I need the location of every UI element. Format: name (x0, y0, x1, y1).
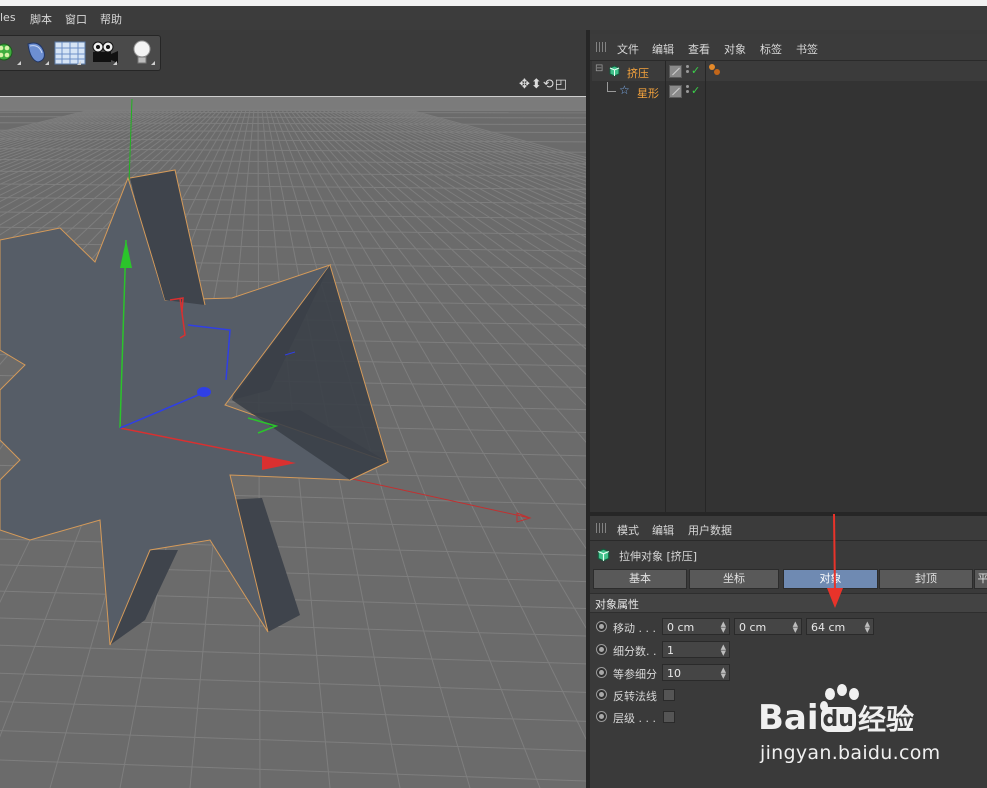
object-manager-menubar: 文件 编辑 查看 对象 标签 书签 (590, 34, 987, 61)
hierarchical-checkbox[interactable] (663, 711, 675, 723)
spinner-icon[interactable]: ▲ ▼ (721, 644, 726, 657)
panel-grip-icon[interactable] (596, 523, 607, 533)
menu-bar: les 脚本 窗口 帮助 (0, 6, 987, 30)
viewport-nav-controls: ✥⬍⟲◰ (519, 77, 568, 92)
maximize-view-icon[interactable]: ◰ (555, 77, 568, 92)
viewport-header (0, 74, 586, 96)
tab-caps[interactable]: 封顶 (879, 569, 973, 589)
visibility-dots-icon[interactable] (686, 65, 690, 75)
flip-normals-checkbox[interactable] (663, 689, 675, 701)
attribute-tabs: 基本 坐标 对象 封顶 平 (593, 569, 987, 589)
om-column-divider (665, 61, 666, 512)
move-y-input[interactable]: 0 cm ▲ ▼ (734, 618, 802, 635)
enabled-check-icon[interactable]: ✓ (691, 84, 700, 97)
layer-tag-icon[interactable] (669, 65, 682, 78)
spinner-icon[interactable]: ▲ ▼ (793, 621, 798, 634)
isoparm-input[interactable]: 10 ▲ ▼ (662, 664, 730, 681)
tab-coord[interactable]: 坐标 (689, 569, 779, 589)
move-x-input[interactable]: 0 cm ▲ ▼ (662, 618, 730, 635)
layer-tag-icon[interactable] (669, 85, 682, 98)
subdivision-label: 细分数. . (613, 645, 657, 658)
spinner-icon[interactable]: ▲ ▼ (721, 667, 726, 680)
hierarchical-label: 层级 . . . (613, 712, 656, 725)
am-menu-userdata[interactable]: 用户数据 (688, 522, 732, 538)
star-spline-icon: ☆ (619, 83, 630, 97)
phong-tag-icon[interactable] (708, 63, 722, 80)
animate-radio-icon[interactable] (596, 689, 607, 700)
deformer-icon[interactable] (22, 38, 50, 66)
tab-smoothing[interactable]: 平 (974, 569, 987, 589)
flip-normals-label: 反转法线 (613, 690, 657, 703)
extrude-icon (597, 548, 610, 565)
floor-icon[interactable] (54, 38, 86, 66)
3d-viewport[interactable] (0, 97, 586, 788)
enabled-check-icon[interactable]: ✓ (691, 64, 700, 77)
object-row-extrude[interactable]: ⊟ 挤压 ✓ (592, 62, 987, 81)
om-menu-edit[interactable]: 编辑 (652, 41, 674, 57)
animate-radio-icon[interactable] (596, 621, 607, 632)
tab-basic[interactable]: 基本 (593, 569, 687, 589)
grid-line (0, 111, 586, 114)
object-row-star[interactable]: ☆ 星形 ✓ (592, 82, 987, 101)
mograph-cloner-icon[interactable] (0, 38, 22, 66)
spinner-icon[interactable]: ▲ ▼ (865, 621, 870, 634)
om-column-divider (705, 61, 706, 512)
animate-radio-icon[interactable] (596, 644, 607, 655)
move-view-icon[interactable]: ✥ (519, 77, 531, 92)
section-object-properties: 对象属性 (595, 598, 639, 611)
tree-collapse-icon[interactable]: ⊟ (595, 63, 603, 74)
object-manager (590, 34, 987, 512)
om-menu-file[interactable]: 文件 (617, 41, 639, 57)
dolly-view-icon[interactable]: ⬍ (531, 77, 543, 92)
gizmo-z-handle[interactable] (197, 387, 211, 397)
panel-grip-icon[interactable] (596, 42, 607, 52)
menu-item-window[interactable]: 窗口 (65, 11, 87, 27)
watermark-brand: Bai du 经验 (758, 698, 914, 738)
watermark-url: jingyan.baidu.com (760, 742, 941, 764)
camera-icon[interactable] (90, 38, 118, 66)
om-menu-object[interactable]: 对象 (724, 41, 746, 57)
om-menu-tags[interactable]: 标签 (760, 41, 782, 57)
menu-item-pipeline[interactable]: les (0, 11, 16, 24)
isoparm-label: 等参细分 (613, 668, 657, 681)
move-z-input[interactable]: 64 cm ▲ ▼ (806, 618, 874, 635)
attribute-manager-title: 拉伸对象 [挤压] (619, 550, 698, 563)
animate-radio-icon[interactable] (596, 711, 607, 722)
section-header-bar (590, 593, 987, 613)
object-name-star: 星形 (637, 87, 659, 100)
animate-radio-icon[interactable] (596, 667, 607, 678)
am-menu-mode[interactable]: 模式 (617, 522, 639, 538)
om-menu-view[interactable]: 查看 (688, 41, 710, 57)
visibility-dots-icon[interactable] (686, 85, 690, 95)
toolbar-object-group (0, 35, 161, 71)
menu-item-script[interactable]: 脚本 (30, 11, 52, 27)
attribute-manager-menubar: 模式 编辑 用户数据 (590, 516, 987, 541)
move-label: 移动 . . . (613, 622, 656, 635)
spinner-icon[interactable]: ▲ ▼ (721, 621, 726, 634)
rotate-view-icon[interactable]: ⟲ (543, 77, 555, 92)
annotation-arrow-icon (827, 513, 843, 608)
tree-branch (607, 82, 616, 92)
om-menu-bookmarks[interactable]: 书签 (796, 41, 818, 57)
viewport-scene (0, 97, 586, 788)
light-bulb-icon[interactable] (128, 38, 156, 66)
subdivision-input[interactable]: 1 ▲ ▼ (662, 641, 730, 658)
extrude-icon (609, 65, 620, 77)
object-name-extrude: 挤压 (627, 67, 649, 80)
am-menu-edit[interactable]: 编辑 (652, 522, 674, 538)
menu-item-help[interactable]: 帮助 (100, 11, 122, 27)
